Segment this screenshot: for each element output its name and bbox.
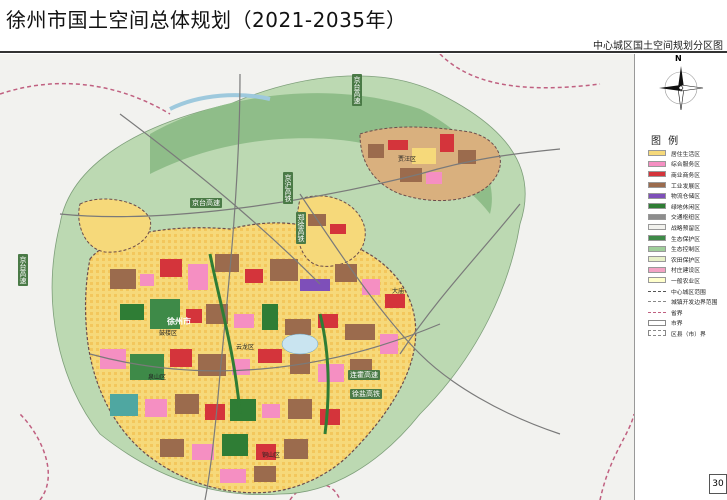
road-label: 京台高速	[18, 254, 28, 286]
map-title: 徐州市国土空间总体规划（2021-2035年）	[6, 8, 407, 32]
legend-label: 工业发展区	[671, 183, 700, 190]
legend-label: 市界	[671, 321, 683, 328]
legend-label: 居住生活区	[671, 151, 700, 158]
legend-label: 生态保护区	[671, 236, 700, 243]
legend-swatch	[648, 224, 666, 231]
compass-north-label: N	[675, 54, 682, 63]
legend-swatch	[648, 213, 666, 220]
road-label: 京沪高铁	[283, 172, 293, 204]
legend-swatch	[648, 330, 666, 337]
legend-swatch	[648, 150, 666, 157]
legend-item: 区县（市）界	[648, 328, 717, 339]
road-label: 郑徐高铁	[296, 212, 306, 244]
legend-swatch	[648, 319, 666, 326]
legend-label: 村庄建设区	[671, 268, 700, 275]
legend-swatch	[648, 160, 666, 167]
legend-item: 农田保护区	[648, 254, 717, 265]
legend-label: 战略预留区	[671, 225, 700, 232]
district-label: 云龙区	[236, 344, 255, 351]
legend-item: 村庄建设区	[648, 265, 717, 276]
legend-swatch	[648, 311, 666, 313]
legend-swatch	[648, 245, 666, 252]
legend-swatch	[648, 182, 666, 189]
road-label: 徐盐高铁	[350, 389, 382, 399]
page-number: 30	[709, 474, 727, 494]
legend-label: 农田保护区	[671, 257, 700, 264]
legend-item: 交通枢纽区	[648, 212, 717, 223]
legend-label: 省界	[671, 310, 683, 317]
legend-item: 城镇开发边界范围	[648, 296, 717, 307]
legend-item: 居住生活区	[648, 148, 717, 159]
legend-title: 图 例	[651, 136, 681, 147]
legend-item: 生态保护区	[648, 233, 717, 244]
legend-label: 交通枢纽区	[671, 215, 700, 222]
legend-item: 战略预留区	[648, 222, 717, 233]
road-label: 连霍高速	[348, 370, 380, 380]
legend-label: 商业商务区	[671, 172, 700, 179]
legend-item: 省界	[648, 307, 717, 318]
city-label: 徐州市	[167, 317, 191, 326]
road-label: 京台高速	[352, 74, 362, 106]
legend-swatch	[648, 290, 666, 292]
map-subtitle: 中心城区国土空间规划分区图	[593, 41, 723, 52]
legend-item: 商业商务区	[648, 169, 717, 180]
legend-label: 一般农业区	[671, 278, 700, 285]
legend-swatch	[648, 277, 666, 284]
road-label: 京台高速	[190, 198, 222, 208]
legend-item: 中心城区范围	[648, 286, 717, 297]
legend-list: 居住生活区综合服务区商业商务区工业发展区物流仓储区绿地休闲区交通枢纽区战略预留区…	[648, 148, 717, 339]
legend-swatch	[648, 203, 666, 210]
legend-panel: N 图 例 居住生活区综合服务区商业商务区工业发展区物流仓储区绿地休闲区交通枢纽…	[634, 54, 727, 500]
legend-swatch	[648, 266, 666, 273]
map-canvas[interactable]: 京台高速 京沪高铁 郑徐高铁 京台高速 连霍高速 徐盐高铁 京台高速 徐州市 鼓…	[0, 54, 634, 500]
legend-label: 绿地休闲区	[671, 204, 700, 211]
legend-label: 城镇开发边界范围	[671, 300, 718, 307]
legend-swatch	[648, 301, 666, 303]
legend-swatch	[648, 171, 666, 178]
legend-item: 一般农业区	[648, 275, 717, 286]
legend-label: 中心城区范围	[671, 289, 706, 296]
district-label: 大庙	[392, 288, 405, 295]
legend-item: 绿地休闲区	[648, 201, 717, 212]
legend-label: 综合服务区	[671, 162, 700, 169]
legend-item: 市界	[648, 318, 717, 329]
district-label: 铜山区	[262, 452, 281, 459]
district-label: 泉山区	[148, 374, 167, 381]
north-arrow-icon	[659, 66, 704, 110]
legend-swatch	[648, 235, 666, 242]
legend-item: 综合服务区	[648, 159, 717, 170]
legend-label: 物流仓储区	[671, 194, 700, 201]
district-label: 鼓楼区	[159, 330, 178, 337]
legend-item: 物流仓储区	[648, 190, 717, 201]
legend-label: 区县（市）界	[671, 331, 706, 338]
legend-swatch	[648, 192, 666, 199]
legend-swatch	[648, 256, 666, 263]
header-divider	[0, 51, 727, 53]
legend-item: 工业发展区	[648, 180, 717, 191]
legend-label: 生态控制区	[671, 247, 700, 254]
legend-item: 生态控制区	[648, 243, 717, 254]
map-graphic	[0, 54, 634, 500]
district-label: 贾汪区	[398, 156, 417, 163]
